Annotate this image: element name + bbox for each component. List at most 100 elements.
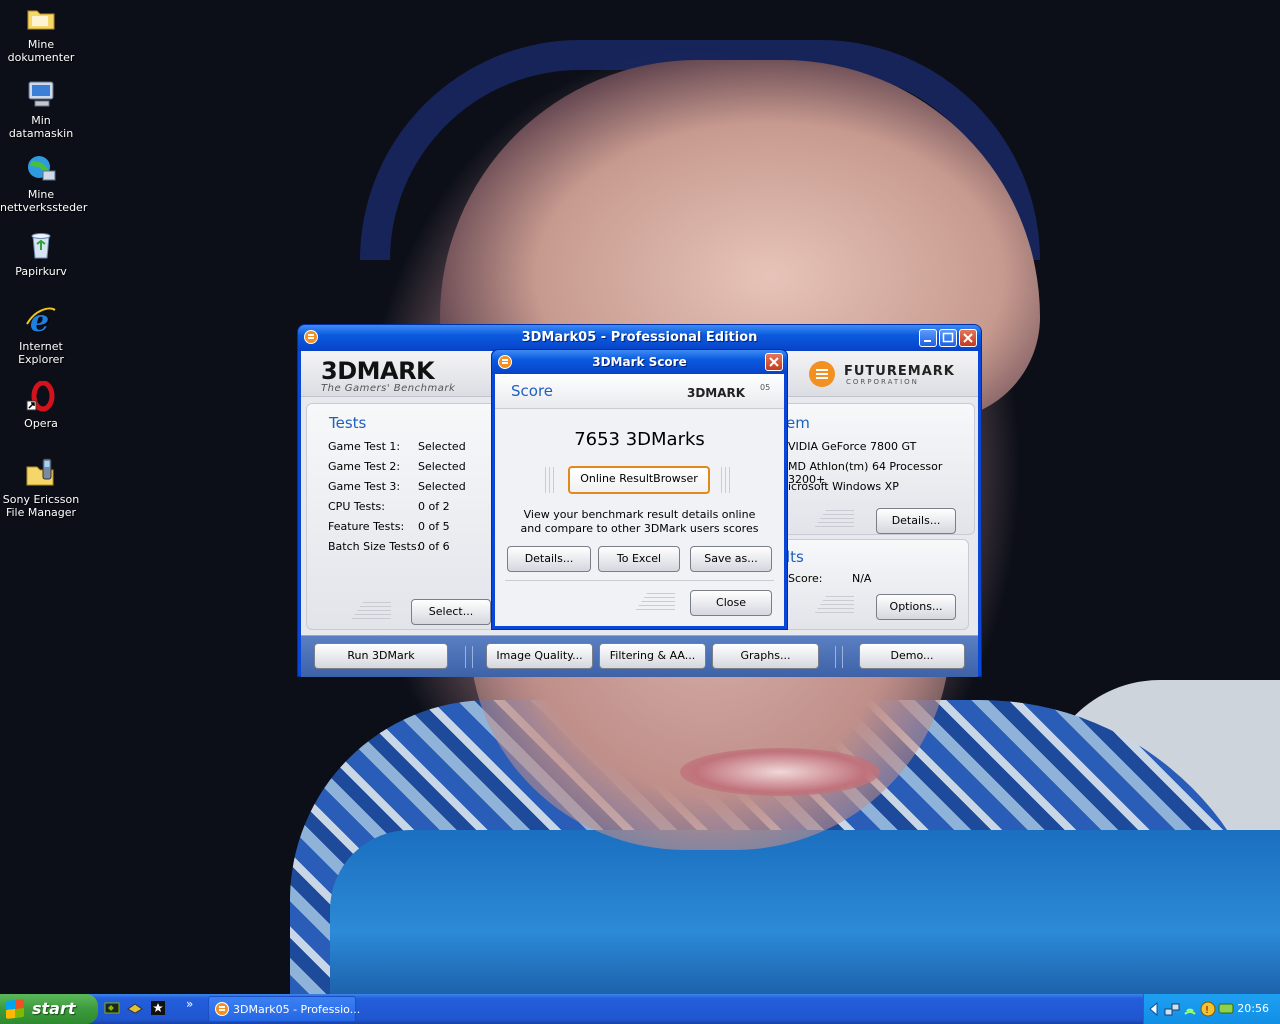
quicklaunch-chip-icon[interactable] [127, 1000, 143, 1016]
system-title: em [786, 414, 810, 432]
main-window-title: 3DMark05 - Professional Edition [521, 330, 758, 345]
start-label: start [32, 999, 76, 1018]
desktop-icon-recycle-bin[interactable]: Papirkurv [0, 229, 82, 278]
tests-panel: Tests Game Test 1: Selected Game Test 2:… [306, 403, 498, 630]
test-label: Feature Tests: [328, 520, 405, 533]
windows-logo-icon [6, 999, 24, 1019]
desktop-icon-network-places[interactable]: Mine nettverkssteder [0, 152, 88, 214]
system-details-button[interactable]: Details... [876, 508, 956, 534]
desktop-icon-label: Mine dokumenter [7, 38, 75, 64]
decorative-stripes [545, 467, 557, 493]
desktop-icon-label: Mine nettverkssteder [0, 188, 88, 214]
separator [835, 646, 843, 668]
to-excel-button[interactable]: To Excel [598, 546, 680, 572]
ie-icon: e [25, 304, 57, 336]
desktop-icon-sony-ericsson[interactable]: Sony Ericsson File Manager [0, 457, 82, 519]
desktop-icon-label: Opera [24, 417, 58, 430]
decorative-stripes [721, 467, 733, 493]
tray-security-icon[interactable]: ! [1200, 1001, 1216, 1020]
score-dialog-titlebar[interactable]: 3DMark Score [492, 350, 787, 374]
options-button[interactable]: Options... [876, 594, 956, 620]
score-details-button[interactable]: Details... [507, 546, 591, 572]
futuremark-logo-subtext: CORPORATION [846, 378, 919, 386]
run-3dmark-button[interactable]: Run 3DMark [314, 643, 448, 669]
minimize-button[interactable] [919, 329, 937, 347]
test-value: 0 of 5 [418, 520, 450, 533]
main-button-bar: Run 3DMark Image Quality... Filtering & … [301, 635, 978, 677]
select-tests-button[interactable]: Select... [411, 599, 491, 625]
close-icon [963, 333, 973, 343]
results-title: lts [786, 548, 804, 566]
divider [505, 580, 774, 581]
test-label: Game Test 1: [328, 440, 401, 453]
score-dialog-client: Score 3DMARK 05 7653 3DMarks Online Resu… [495, 374, 784, 626]
tray-wireless-icon[interactable] [1182, 1001, 1198, 1020]
desktop-icon-opera[interactable]: Opera [0, 381, 82, 430]
score-dialog: 3DMark Score Score 3DMARK 05 7653 3DMark… [492, 350, 787, 629]
desktop-icon-my-documents[interactable]: Mine dokumenter [0, 2, 82, 64]
maximize-button[interactable] [939, 329, 957, 347]
results-score-value: N/A [852, 572, 872, 585]
test-value: Selected [418, 460, 466, 473]
test-value: Selected [418, 440, 466, 453]
tray-chat-icon[interactable] [1218, 1001, 1234, 1020]
close-window-button[interactable] [959, 329, 977, 347]
score-dialog-close-x[interactable] [765, 353, 783, 371]
desktop-icon-my-computer[interactable]: Min datamaskin [0, 78, 82, 140]
desktop-icon-label: Papirkurv [15, 265, 67, 278]
system-panel: em VIDIA GeForce 7800 GT MD Athlon(tm) 6… [771, 403, 975, 535]
demo-button[interactable]: Demo... [859, 643, 965, 669]
test-label: Game Test 2: [328, 460, 401, 473]
wallpaper-jacket [330, 830, 1280, 1000]
start-button[interactable]: start [0, 994, 98, 1024]
graphs-button[interactable]: Graphs... [712, 643, 819, 669]
recycle-bin-icon [25, 229, 57, 261]
wallpaper-mouth [680, 748, 880, 796]
system-os: icrosoft Windows XP [788, 480, 899, 493]
decorative-stripes [814, 596, 854, 614]
score-dialog-header: Score 3DMARK 05 [495, 374, 784, 409]
score-dialog-title: 3DMark Score [592, 355, 687, 369]
taskbar-item-3dmark[interactable]: 3DMark05 - Professio... [208, 996, 360, 1022]
score-header-logo: 3DMARK [687, 386, 746, 400]
decorative-stripes [635, 593, 675, 611]
taskbar: start » 3DMark05 - Professio... ! 20:56 [0, 994, 1280, 1024]
quicklaunch-nvidia-icon[interactable] [104, 1000, 120, 1016]
score-description-line1: View your benchmark result details onlin… [523, 508, 756, 521]
folder-icon [25, 2, 57, 34]
svg-text:!: ! [1205, 1005, 1209, 1016]
online-resultbrowser-button[interactable]: Online ResultBrowser [568, 466, 710, 494]
decorative-stripes [351, 602, 391, 620]
filtering-aa-button[interactable]: Filtering & AA... [599, 643, 706, 669]
score-description-line2: and compare to other 3DMark users scores [520, 522, 759, 535]
3dmark-app-icon [215, 1002, 229, 1016]
save-as-button[interactable]: Save as... [690, 546, 772, 572]
score-close-button[interactable]: Close [690, 590, 772, 616]
3dmark-tagline: The Gamers' Benchmark [321, 383, 456, 394]
image-quality-button[interactable]: Image Quality... [486, 643, 593, 669]
futuremark-logo-icon [809, 361, 835, 387]
taskbar-item-label: 3DMark05 - Professio... [233, 1003, 361, 1016]
test-label: Batch Size Tests: [328, 540, 421, 553]
desktop-icon-label: Sony Ericsson File Manager [2, 493, 80, 519]
results-score-label: Score: [788, 572, 823, 585]
desktop-icon-internet-explorer[interactable]: e Internet Explorer [0, 304, 82, 366]
tray-expand-arrow-icon[interactable] [1147, 1001, 1161, 1020]
tests-title: Tests [329, 414, 367, 432]
quicklaunch-3dmark-icon[interactable] [150, 1000, 166, 1016]
phone-folder-icon [25, 457, 57, 489]
system-gpu: VIDIA GeForce 7800 GT [788, 440, 917, 453]
separator [465, 646, 473, 668]
score-header-logo-suffix: 05 [760, 383, 771, 392]
main-window-titlebar[interactable]: 3DMark05 - Professional Edition [298, 325, 981, 351]
test-value: 0 of 6 [418, 540, 450, 553]
tray-network-icon[interactable] [1164, 1001, 1180, 1020]
test-value: 0 of 2 [418, 500, 450, 513]
taskbar-clock[interactable]: 20:56 [1237, 1002, 1269, 1015]
3dmark-logo: 3DMARK [321, 357, 435, 385]
desktop-icon-label: Internet Explorer [18, 340, 64, 366]
test-value: Selected [418, 480, 466, 493]
desktop-icon-label: Min datamaskin [8, 114, 74, 140]
quicklaunch-more-chevron[interactable]: » [186, 997, 193, 1011]
system-tray: ! 20:56 [1143, 994, 1280, 1024]
